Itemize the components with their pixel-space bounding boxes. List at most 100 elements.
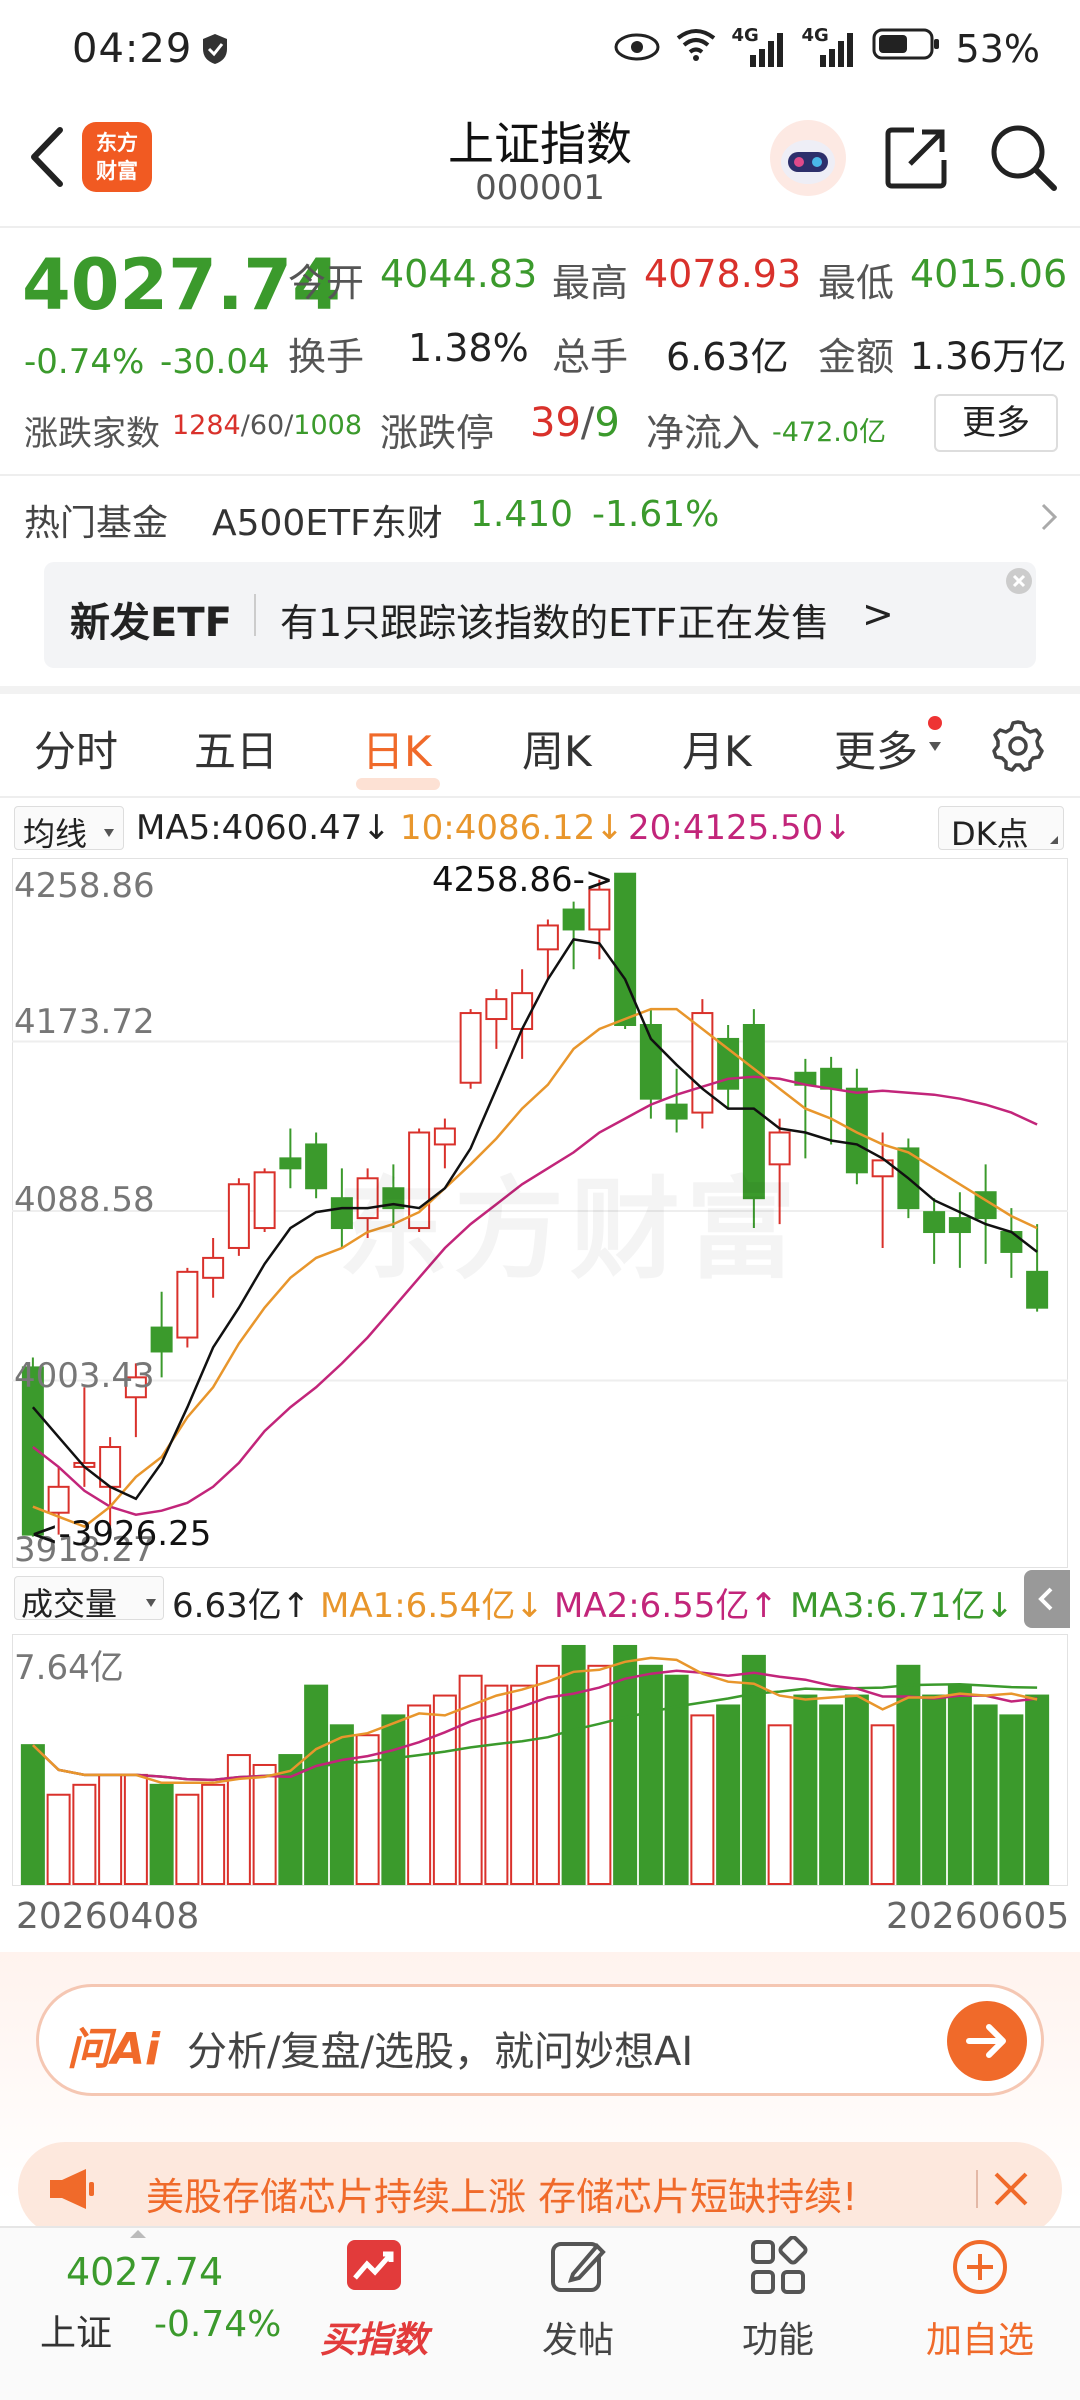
search-icon[interactable] — [988, 122, 1058, 192]
etf-banner-title: 新发ETF — [70, 600, 232, 646]
volume-bar — [149, 1783, 174, 1885]
volume-bar — [329, 1724, 354, 1885]
battery-level: 53% — [955, 26, 1040, 71]
volume-bar — [304, 1684, 329, 1885]
candle — [923, 1211, 946, 1234]
breadth-label: 涨跌家数 — [24, 414, 160, 454]
turnover-label: 换手 — [288, 335, 365, 379]
volume-chart[interactable] — [12, 1634, 1068, 1886]
amount-value: 1.36万亿 — [910, 335, 1067, 378]
functions-button[interactable]: 功能 — [708, 2235, 848, 2363]
ai-logo: 问Ai — [67, 2024, 161, 2075]
eye-icon — [614, 27, 660, 71]
divider — [0, 226, 1080, 228]
tab-weekly-k[interactable]: 周K — [522, 718, 592, 779]
volume-bar — [999, 1714, 1024, 1885]
hot-fund-label: 热门基金 — [24, 503, 169, 544]
volume-bar — [767, 1724, 792, 1885]
trend-chart-icon — [347, 2240, 401, 2290]
etf-banner-arrow: > — [862, 592, 894, 636]
bottom-caret-icon — [130, 2230, 146, 2238]
volume-value: 6.63亿 — [666, 335, 789, 379]
limit-down: 9 — [594, 400, 620, 446]
volume-bar — [870, 1724, 895, 1885]
dk-point-button[interactable]: DK点 — [938, 806, 1064, 853]
tab-daily-k[interactable]: 日K — [362, 718, 432, 779]
open-value: 4044.83 — [380, 252, 538, 296]
limit-label: 涨跌停 — [380, 411, 495, 455]
volume-bar — [458, 1674, 483, 1885]
candle — [1026, 1270, 1049, 1309]
tab-more[interactable]: 更多 — [834, 718, 918, 779]
volume-bar — [226, 1754, 251, 1886]
inflow-label: 净流入 — [646, 411, 761, 455]
active-tab-indicator — [356, 778, 440, 790]
candle — [820, 1067, 843, 1090]
candle — [511, 992, 534, 1030]
grid-icon — [751, 2235, 808, 2294]
vol-ma3: MA3:6.71亿↓ — [790, 1586, 1014, 1626]
ma20-value: 20:4125.50↓ — [628, 808, 852, 848]
arrow-right-icon[interactable] — [947, 2001, 1027, 2081]
tab-intraday[interactable]: 分时 — [34, 718, 118, 779]
volume-bar — [716, 1704, 741, 1886]
bottom-price: 4027.74 — [66, 2250, 224, 2294]
volume-bar — [973, 1704, 998, 1886]
status-icons: 4G 4G 53% — [614, 25, 1040, 71]
close-icon[interactable] — [1006, 568, 1032, 594]
volume-selector[interactable]: 成交量 — [14, 1576, 164, 1623]
open-label: 今开 — [288, 261, 365, 305]
start-date: 20260408 — [16, 1896, 200, 1937]
hot-fund-row[interactable]: 热门基金 A500ETF东财 1.410 -1.61% — [0, 476, 1080, 556]
close-icon[interactable] — [990, 2168, 1032, 2214]
ai-search-box[interactable]: 问Ai 分析/复盘/选股，就问妙想AI — [36, 1984, 1044, 2096]
etf-banner[interactable]: 新发ETF 有1只跟踪该指数的ETF正在发售 > — [44, 562, 1036, 668]
buy-index-button[interactable]: 买指数 — [304, 2236, 444, 2363]
down-count: 1008 — [293, 410, 363, 441]
tab-monthly-k[interactable]: 月K — [682, 718, 752, 779]
volume-bar — [175, 1793, 200, 1885]
tab-five-day[interactable]: 五日 — [194, 718, 278, 779]
volume-bar — [819, 1704, 844, 1886]
candle — [305, 1143, 328, 1190]
volume-bar — [793, 1694, 818, 1886]
candle — [150, 1326, 173, 1353]
candle — [279, 1157, 302, 1170]
more-button[interactable]: 更多 — [934, 394, 1058, 452]
post-button[interactable]: 发帖 — [508, 2236, 648, 2363]
caret-down-icon — [145, 1593, 157, 1612]
hot-fund-price: 1.410 — [470, 494, 574, 535]
signal-4g-icon-2: 4G — [802, 25, 858, 69]
divider — [0, 796, 1080, 798]
volume-bar — [741, 1654, 766, 1886]
hot-fund-pct: -1.61% — [592, 494, 720, 535]
volume-bar — [587, 1664, 612, 1885]
volume-bar — [432, 1694, 457, 1886]
low-marker: <-3926.25 — [30, 1514, 212, 1554]
volume-bar — [947, 1684, 972, 1885]
signal-4g-icon: 4G — [732, 25, 788, 69]
candle — [47, 1485, 70, 1514]
share-icon[interactable] — [884, 124, 950, 190]
ma-selector[interactable]: 均线 — [14, 806, 124, 853]
gear-icon[interactable] — [990, 718, 1046, 774]
up-count: 1284 — [172, 410, 241, 441]
price-axis-label: 4003.43 — [14, 1356, 155, 1396]
banner-separator — [254, 594, 256, 636]
volume-bar — [922, 1694, 947, 1886]
news-banner[interactable]: 美股存储芯片持续上涨 存储芯片短缺持续! — [18, 2142, 1062, 2236]
volume-bar — [1025, 1694, 1050, 1886]
inflow-value: -472.0亿 — [772, 417, 887, 448]
status-time: 04:29 — [72, 26, 193, 72]
add-watchlist-button[interactable]: 加自选 — [910, 2236, 1050, 2363]
limit-values: 39/9 — [530, 400, 620, 446]
turnover-value: 1.38% — [408, 326, 529, 370]
volume-bar — [690, 1714, 715, 1885]
caret-down-icon — [928, 738, 942, 757]
wifi-icon — [674, 26, 718, 71]
candle — [1000, 1231, 1023, 1253]
collapse-handle[interactable] — [1024, 1570, 1070, 1628]
red-dot-badge — [928, 716, 942, 730]
ai-robot-icon[interactable] — [766, 116, 850, 200]
end-date: 20260605 — [886, 1896, 1070, 1937]
